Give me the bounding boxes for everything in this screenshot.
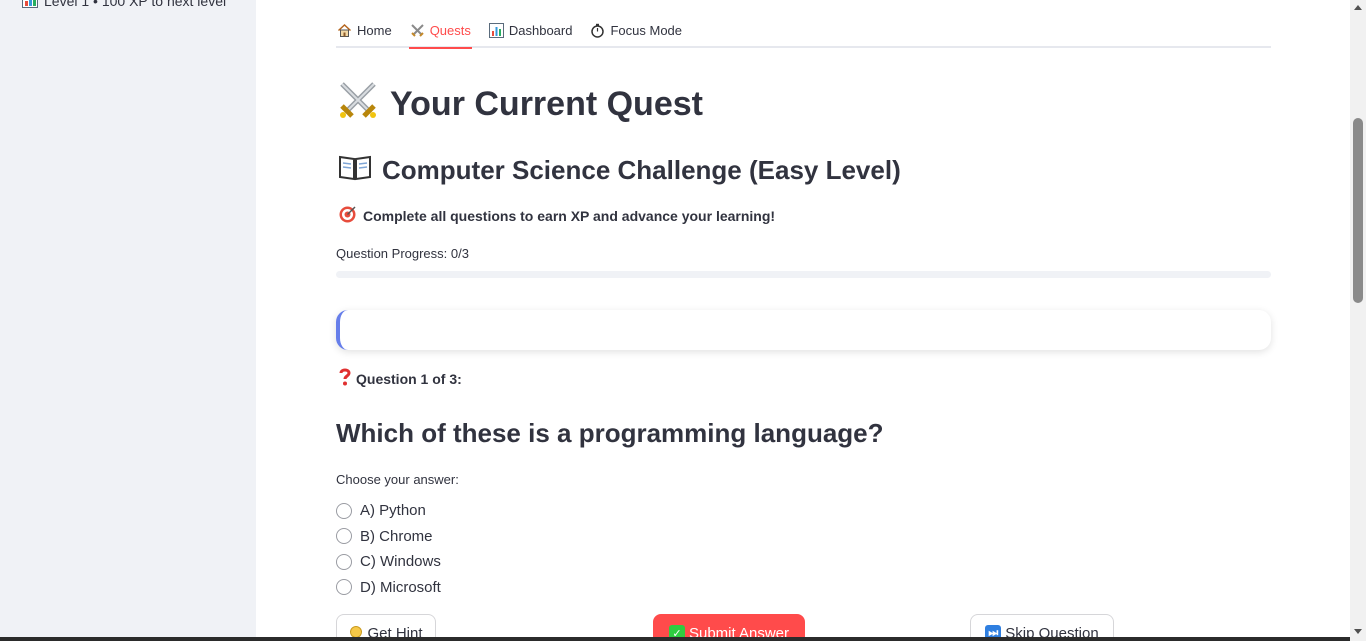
question-mark-icon bbox=[338, 368, 352, 389]
sidebar: Level 1 • 100 XP to next level bbox=[0, 0, 256, 641]
answer-option-label: A) Python bbox=[360, 502, 426, 520]
radio-button[interactable] bbox=[336, 553, 352, 570]
question-text: Which of these is a programming language… bbox=[336, 418, 884, 448]
quest-subtitle-text: Computer Science Challenge (Easy Level) bbox=[382, 155, 901, 185]
question-card bbox=[336, 310, 1271, 350]
bar-chart-icon bbox=[22, 0, 38, 8]
tab-home[interactable]: Home bbox=[336, 13, 393, 47]
sidebar-level-status: Level 1 • 100 XP to next level bbox=[22, 0, 226, 9]
answer-prompt: Choose your answer: bbox=[336, 472, 459, 487]
window-bottom-edge bbox=[0, 637, 1350, 641]
answer-option-label: B) Chrome bbox=[360, 527, 433, 545]
radio-button[interactable] bbox=[336, 579, 352, 596]
question-number-text: Question 1 of 3: bbox=[356, 370, 462, 387]
scroll-down-icon[interactable] bbox=[1354, 629, 1362, 634]
progress-bar bbox=[336, 271, 1271, 278]
scrollbar-thumb[interactable] bbox=[1353, 118, 1363, 303]
tab-bar: Home Quests Dashboard Focus Mode bbox=[336, 13, 1271, 49]
bar-chart-icon bbox=[488, 22, 504, 38]
progress-label: Question Progress: 0/3 bbox=[336, 246, 469, 261]
radio-button[interactable] bbox=[336, 502, 352, 519]
tab-dashboard[interactable]: Dashboard bbox=[488, 13, 574, 47]
quest-subtitle: Computer Science Challenge (Easy Level) bbox=[338, 152, 901, 189]
crossed-swords-icon bbox=[410, 23, 425, 38]
tab-quests[interactable]: Quests bbox=[408, 13, 472, 49]
quest-objective-text: Complete all questions to earn XP and ad… bbox=[363, 208, 776, 224]
tab-dashboard-label: Dashboard bbox=[508, 22, 573, 38]
question-number: Question 1 of 3: bbox=[338, 368, 462, 389]
page-title-text: Your Current Quest bbox=[390, 85, 703, 123]
answer-options: A) Python B) Chrome C) Windows D) Micros… bbox=[336, 498, 441, 600]
level-text: Level 1 • 100 XP to next level bbox=[44, 0, 227, 9]
radio-button[interactable] bbox=[336, 528, 352, 545]
tab-focus-mode[interactable]: Focus Mode bbox=[589, 13, 683, 47]
answer-option-label: C) Windows bbox=[360, 553, 441, 571]
open-book-icon bbox=[338, 152, 372, 189]
answer-option-a[interactable]: A) Python bbox=[336, 498, 441, 524]
quest-objective: Complete all questions to earn XP and ad… bbox=[338, 205, 775, 227]
tab-focus-mode-label: Focus Mode bbox=[610, 22, 683, 38]
page-title: Your Current Quest bbox=[336, 78, 703, 131]
stopwatch-icon bbox=[590, 23, 605, 38]
target-icon bbox=[338, 205, 357, 227]
tab-home-label: Home bbox=[357, 22, 392, 38]
scroll-up-icon[interactable] bbox=[1354, 5, 1362, 10]
tab-quests-label: Quests bbox=[429, 22, 471, 38]
crossed-swords-icon bbox=[336, 78, 380, 131]
answer-option-c[interactable]: C) Windows bbox=[336, 549, 441, 575]
scrollbar[interactable] bbox=[1350, 0, 1366, 641]
house-icon bbox=[337, 23, 352, 38]
answer-option-d[interactable]: D) Microsoft bbox=[336, 575, 441, 601]
answer-option-label: D) Microsoft bbox=[360, 578, 441, 596]
app-root: Level 1 • 100 XP to next level Home Ques… bbox=[0, 0, 1366, 641]
main-area: Home Quests Dashboard Focus Mode Your Cu… bbox=[256, 0, 1350, 641]
answer-option-b[interactable]: B) Chrome bbox=[336, 524, 441, 550]
